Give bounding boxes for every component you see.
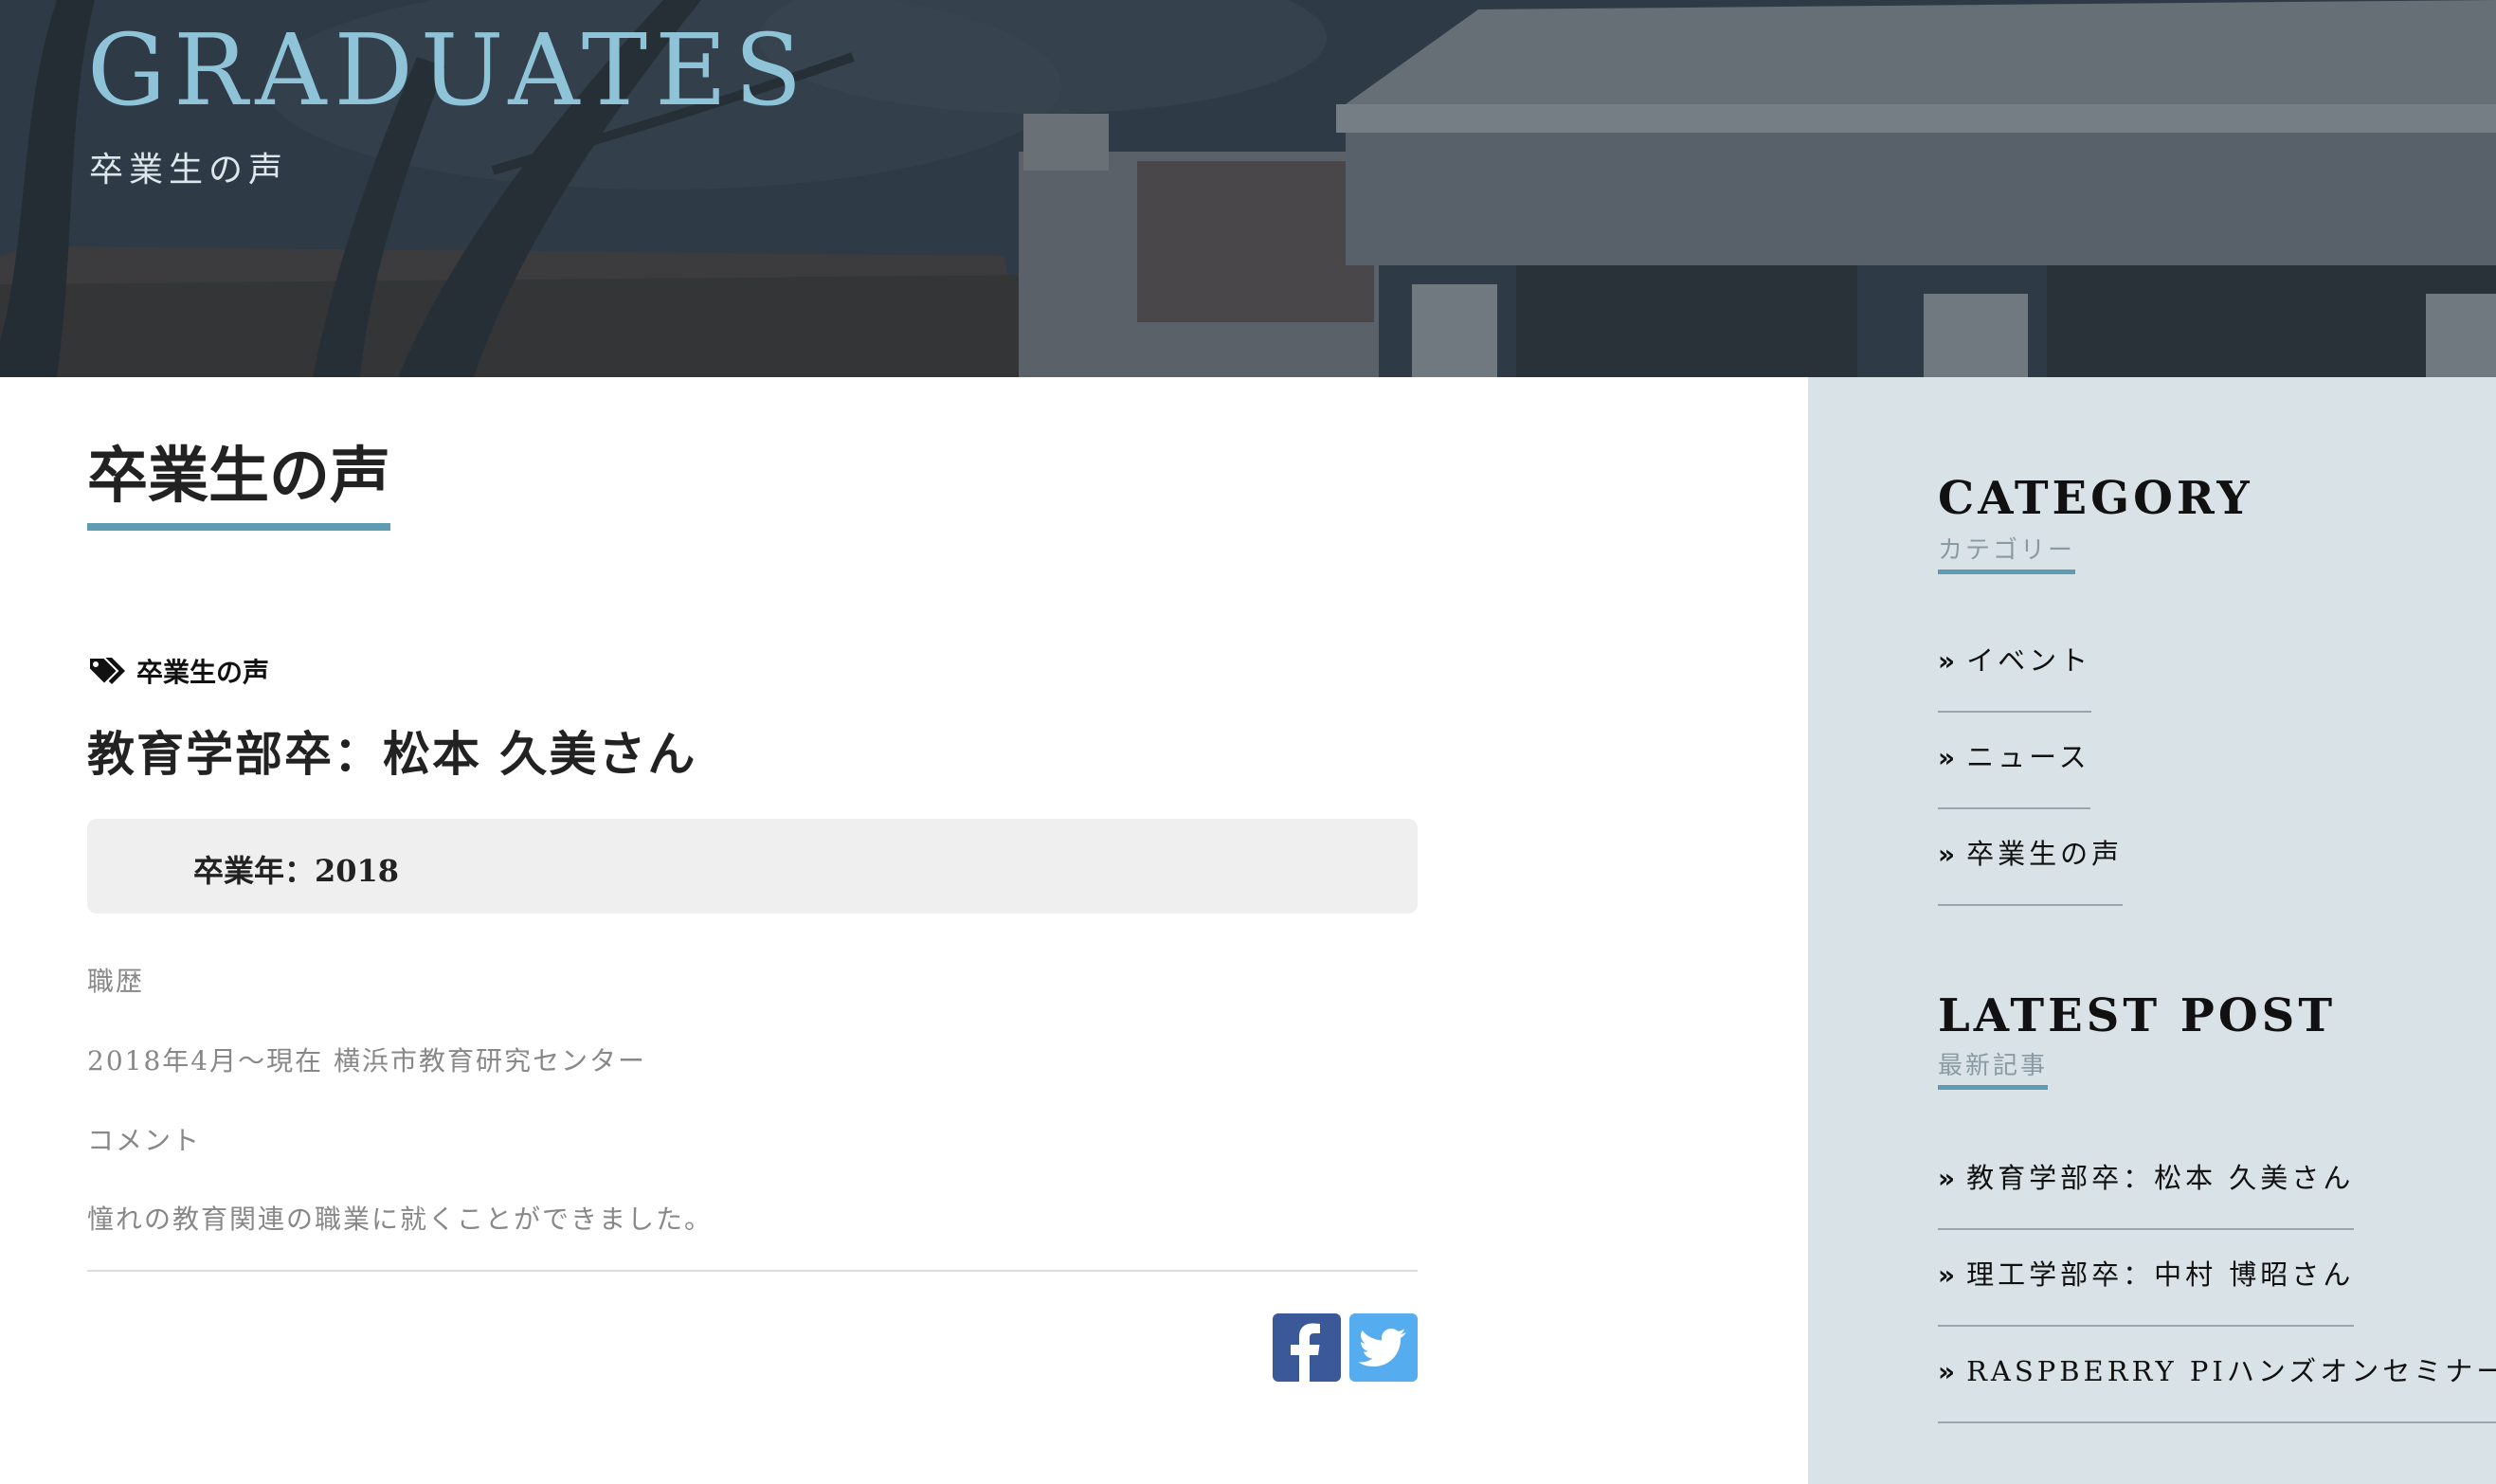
sidebar-category-item-label: ニュース	[1966, 741, 2090, 773]
hero-banner: GRADUATES 卒業生の声	[0, 0, 2496, 377]
double-chevron-right-icon: »	[1938, 742, 1956, 773]
post-paragraph-comment: 憧れの教育関連の職業に就くことができました。	[87, 1203, 714, 1235]
sidebar-category-item-event[interactable]: » イベント	[1938, 639, 2092, 713]
hero-subtitle: 卒業生の声	[89, 151, 289, 190]
sidebar-latest-item-label: 教育学部卒：松本 久美さん	[1966, 1162, 2355, 1194]
main-content: 卒業生の声 卒業生の声 教育学部卒：松本 久美さん 卒業年：2018 職歴 20…	[0, 377, 1808, 1484]
post-category-label: 卒業生の声	[136, 657, 270, 688]
sidebar-category-heading: CATEGORY	[1938, 472, 2253, 525]
twitter-icon	[1358, 1329, 1406, 1366]
facebook-icon	[1291, 1323, 1320, 1382]
sidebar-category-item-graduates[interactable]: » 卒業生の声	[1938, 832, 2124, 906]
post-paragraph-career: 2018年4月～現在 横浜市教育研究センター	[87, 1045, 646, 1077]
sidebar-latest-heading: LATEST POST	[1938, 989, 2337, 1042]
double-chevron-right-icon: »	[1938, 1259, 1956, 1291]
sidebar-latest-item-1[interactable]: » 教育学部卒：松本 久美さん	[1938, 1156, 2355, 1230]
post-paragraph-comment-heading: コメント	[87, 1125, 202, 1156]
post-paragraph-career-heading: 職歴	[87, 966, 145, 997]
sidebar-latest-item-label: 理工学部卒：中村 博昭さん	[1966, 1258, 2355, 1291]
post-title[interactable]: 教育学部卒：松本 久美さん	[87, 716, 696, 785]
double-chevron-right-icon: »	[1938, 645, 1956, 677]
double-chevron-right-icon: »	[1938, 839, 1956, 870]
sidebar-category-item-news[interactable]: » ニュース	[1938, 735, 2090, 809]
sidebar-category-item-label: イベント	[1966, 644, 2092, 677]
sidebar-latest-item-2[interactable]: » 理工学部卒：中村 博昭さん	[1938, 1253, 2355, 1327]
sidebar: CATEGORY カテゴリー » イベント » ニュース » 卒業生の声 LAT…	[1808, 377, 2496, 1484]
graduation-year-box: 卒業年：2018	[87, 819, 1418, 914]
tags-icon	[88, 657, 125, 686]
double-chevron-right-icon: »	[1938, 1356, 1956, 1387]
sidebar-latest-item-label: RASPBERRY PIハンズオンセミナー	[1966, 1355, 2496, 1387]
twitter-share-button[interactable]	[1349, 1313, 1418, 1382]
facebook-share-button[interactable]	[1273, 1313, 1341, 1382]
post-category-tag[interactable]: 卒業生の声	[87, 652, 269, 690]
sidebar-latest-subheading: 最新記事	[1938, 1046, 2049, 1090]
sidebar-latest-item-3[interactable]: » RASPBERRY PIハンズオンセミナー	[1938, 1349, 2496, 1423]
page-title: 卒業生の声	[87, 443, 390, 532]
graduation-year: 卒業年：2018	[193, 853, 400, 889]
sidebar-category-item-label: 卒業生の声	[1966, 838, 2124, 870]
post-divider	[87, 1270, 1418, 1272]
sidebar-category-subheading: カテゴリー	[1938, 531, 2076, 574]
double-chevron-right-icon: »	[1938, 1163, 1956, 1194]
hero-title: GRADUATES	[87, 12, 810, 128]
